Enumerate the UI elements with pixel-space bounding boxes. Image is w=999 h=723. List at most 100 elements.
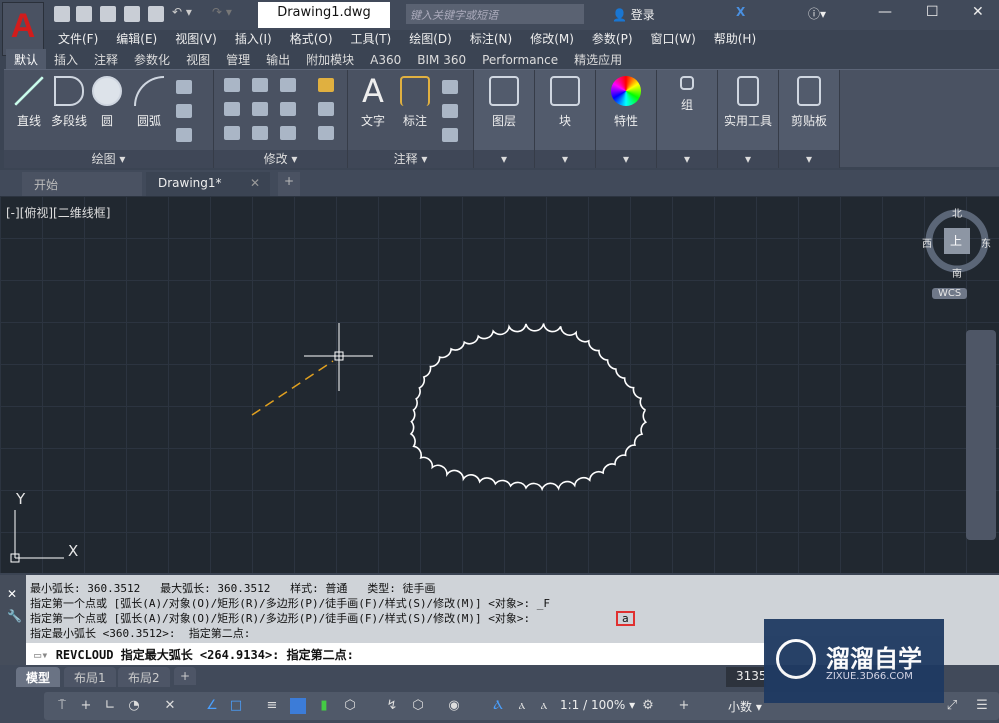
tab-annotate[interactable]: 注释 bbox=[86, 49, 126, 70]
selection-cycling-icon[interactable]: ▮ bbox=[316, 698, 332, 714]
save-as-icon[interactable] bbox=[124, 6, 140, 22]
exchange-icon[interactable]: X bbox=[736, 5, 745, 19]
dimension-tool[interactable]: 标注 bbox=[390, 76, 440, 129]
osnap-icon[interactable]: ✕ bbox=[162, 698, 178, 714]
polar-icon[interactable]: ◔ bbox=[126, 698, 142, 714]
annotation-visibility-icon[interactable]: Ⲁ bbox=[490, 698, 506, 714]
properties-tool[interactable]: 特性 bbox=[601, 76, 651, 129]
arc-tool[interactable]: 圆弧 bbox=[124, 76, 174, 129]
rotate-icon[interactable] bbox=[252, 78, 268, 92]
tab-performance[interactable]: Performance bbox=[474, 51, 566, 69]
utilities-expand[interactable]: ▾ bbox=[718, 150, 778, 168]
auto-scale-icon[interactable]: ⲁ bbox=[514, 698, 530, 714]
command-input[interactable]: ▭▾ REVCLOUD 指定最大弧长 <264.9134>: 指定第二点: bbox=[26, 643, 766, 665]
fillet-icon[interactable] bbox=[280, 102, 296, 116]
leader-icon[interactable] bbox=[442, 104, 458, 118]
new-icon[interactable] bbox=[54, 6, 70, 22]
erase-icon[interactable] bbox=[318, 78, 334, 92]
wcs-menu[interactable]: WCS bbox=[932, 288, 968, 299]
menu-view[interactable]: 视图(V) bbox=[175, 32, 217, 46]
trim-icon[interactable] bbox=[280, 78, 296, 92]
tab-featured-apps[interactable]: 精选应用 bbox=[566, 49, 630, 70]
3d-osnap-icon[interactable]: ⬡ bbox=[342, 698, 358, 714]
menu-tools[interactable]: 工具(T) bbox=[351, 32, 392, 46]
menu-window[interactable]: 窗口(W) bbox=[651, 32, 696, 46]
annotation-scale-icon[interactable]: ⲁ bbox=[536, 698, 552, 714]
dynamic-ucs-icon[interactable]: □ bbox=[228, 698, 244, 714]
mirror-icon[interactable] bbox=[252, 102, 268, 116]
tab-start[interactable]: 开始 bbox=[22, 172, 142, 196]
table-icon[interactable] bbox=[442, 128, 458, 142]
layers-expand[interactable]: ▾ bbox=[474, 150, 534, 168]
block-tool[interactable]: 块 bbox=[540, 76, 590, 129]
clipboard-panel[interactable]: 剪贴板 ▾ bbox=[779, 70, 840, 168]
annotation-plus-icon[interactable]: + bbox=[676, 698, 692, 714]
menu-draw[interactable]: 绘图(D) bbox=[409, 32, 452, 46]
isometric-icon[interactable]: ⬡ bbox=[410, 698, 426, 714]
search-input[interactable]: 键入关键字或短语 bbox=[406, 4, 584, 24]
help-icon[interactable]: ⓘ▾ bbox=[808, 5, 826, 22]
tab-layout2[interactable]: 布局2 bbox=[118, 667, 170, 688]
offset-icon[interactable] bbox=[318, 126, 334, 140]
tab-default[interactable]: 默认 bbox=[6, 49, 47, 70]
utilities-tool[interactable]: 实用工具 bbox=[723, 76, 773, 129]
tab-output[interactable]: 输出 bbox=[258, 49, 298, 70]
annotation-monitor-icon[interactable]: ↯ bbox=[384, 698, 400, 714]
copy-icon[interactable] bbox=[224, 102, 240, 116]
fullscreen-icon[interactable]: ⤢ bbox=[944, 698, 960, 714]
layers-panel[interactable]: 图层 ▾ bbox=[474, 70, 535, 168]
tab-parametric[interactable]: 参数化 bbox=[126, 49, 178, 70]
clipboard-expand[interactable]: ▾ bbox=[779, 150, 839, 168]
compass-west[interactable]: 西 bbox=[922, 235, 932, 250]
scale-icon[interactable] bbox=[252, 126, 268, 140]
tab-addins[interactable]: 附加模块 bbox=[298, 49, 362, 70]
menu-insert[interactable]: 插入(I) bbox=[235, 32, 272, 46]
hatch-icon[interactable] bbox=[176, 104, 192, 118]
menu-edit[interactable]: 编辑(E) bbox=[116, 32, 157, 46]
close-command-icon[interactable]: ✕ bbox=[7, 587, 17, 601]
navigation-bar[interactable] bbox=[966, 330, 996, 540]
tab-manage[interactable]: 管理 bbox=[218, 49, 258, 70]
tab-insert[interactable]: 插入 bbox=[46, 49, 86, 70]
explode-icon[interactable] bbox=[318, 102, 334, 116]
tab-drawing1[interactable]: Drawing1* ✕ bbox=[146, 172, 270, 196]
annotation-panel-title[interactable]: 注释 ▾ bbox=[348, 150, 473, 168]
menu-help[interactable]: 帮助(H) bbox=[714, 32, 756, 46]
region-icon[interactable] bbox=[176, 128, 192, 142]
tab-bim360[interactable]: BIM 360 bbox=[409, 51, 474, 69]
grid-icon[interactable]: + bbox=[78, 698, 94, 714]
group-expand[interactable]: ▾ bbox=[657, 150, 717, 168]
group-tool[interactable]: 组 bbox=[662, 76, 712, 113]
compass-east[interactable]: 东 bbox=[981, 235, 991, 250]
modify-panel-title[interactable]: 修改 ▾ bbox=[214, 150, 347, 168]
redo-icon[interactable]: ↷ ▾ bbox=[212, 5, 232, 19]
customization-icon[interactable]: ☰ bbox=[974, 698, 990, 714]
command-prompt-icon[interactable]: ▭▾ bbox=[34, 648, 56, 662]
clipboard-tool[interactable]: 剪贴板 bbox=[784, 76, 834, 129]
menu-file[interactable]: 文件(F) bbox=[58, 32, 98, 46]
properties-expand[interactable]: ▾ bbox=[596, 150, 656, 168]
menu-modify[interactable]: 修改(M) bbox=[530, 32, 574, 46]
block-expand[interactable]: ▾ bbox=[535, 150, 595, 168]
snap-icon[interactable]: ∟ bbox=[102, 698, 118, 714]
move-icon[interactable] bbox=[224, 78, 240, 92]
tab-a360[interactable]: A360 bbox=[362, 51, 409, 69]
otrack-icon[interactable]: ∠ bbox=[204, 698, 220, 714]
coordinates-readout[interactable]: 3135 bbox=[726, 667, 767, 687]
properties-panel[interactable]: 特性 ▾ bbox=[596, 70, 657, 168]
block-panel[interactable]: 块 ▾ bbox=[535, 70, 596, 168]
menu-format[interactable]: 格式(O) bbox=[290, 32, 333, 46]
array-icon[interactable] bbox=[280, 126, 296, 140]
close-button[interactable]: ✕ bbox=[972, 4, 984, 20]
annotation-scale[interactable]: 1:1 / 100% ▾ bbox=[560, 698, 635, 712]
compass-north[interactable]: 北 bbox=[952, 205, 962, 220]
compass-south[interactable]: 南 bbox=[952, 265, 962, 280]
group-panel[interactable]: 组 ▾ bbox=[657, 70, 718, 168]
menu-parametric[interactable]: 参数(P) bbox=[592, 32, 633, 46]
add-layout-button[interactable]: + bbox=[174, 667, 197, 685]
stretch-icon[interactable] bbox=[224, 126, 240, 140]
login-button[interactable]: 👤 登录 bbox=[612, 6, 655, 23]
customize-wrench-icon[interactable]: 🔧 bbox=[7, 609, 22, 623]
layers-tool[interactable]: 图层 bbox=[479, 76, 529, 129]
undo-icon[interactable]: ↶ ▾ bbox=[172, 5, 192, 19]
